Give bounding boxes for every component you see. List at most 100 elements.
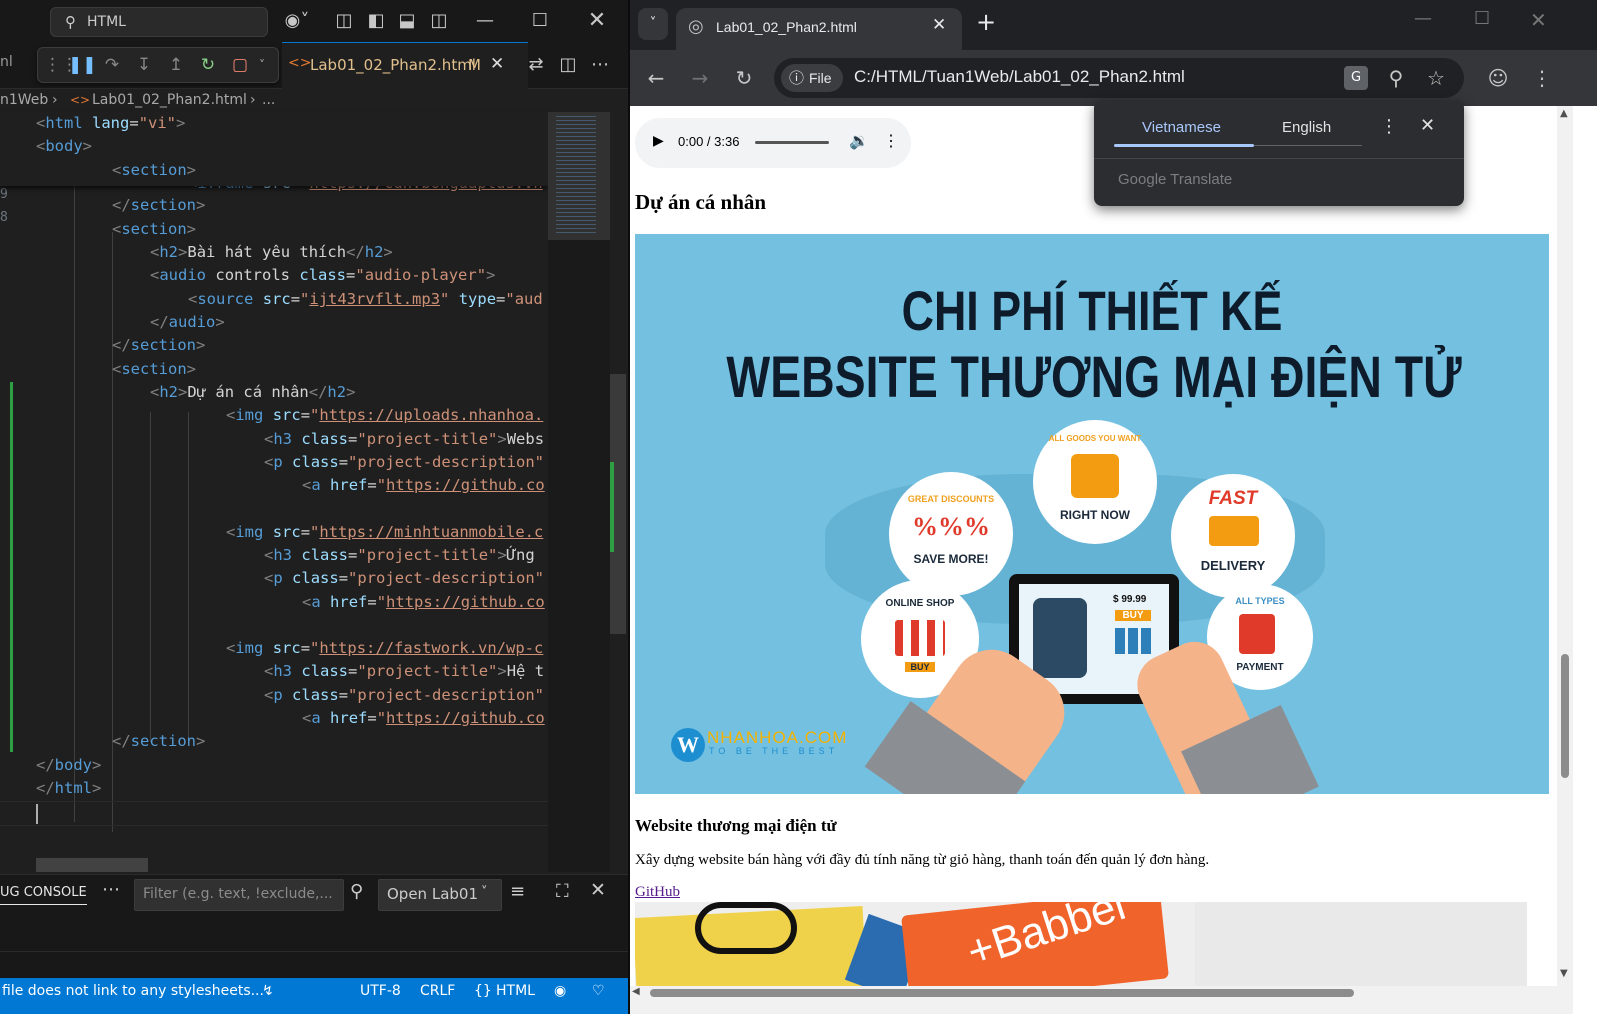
toggle-panel-icon[interactable]: ⬓ [395, 0, 419, 42]
browser-tab[interactable]: ◎ Lab01_02_Phan2.html ✕ [676, 8, 962, 50]
status-language[interactable]: HTML [496, 980, 535, 1002]
shirt-icon [1071, 454, 1119, 498]
page-horizontal-scrollbar[interactable]: ◀ [628, 986, 1573, 1014]
code-line: </audio> [150, 313, 225, 331]
code-line: <p class="project-description" [264, 686, 545, 704]
step-out-icon[interactable]: ↥ [162, 48, 190, 82]
copilot-status-icon[interactable]: ◉ [554, 980, 566, 1002]
scrollbar-thumb[interactable] [650, 989, 1354, 997]
more-actions-icon[interactable]: ⋯ [588, 42, 612, 88]
close-icon[interactable]: ✕ [582, 0, 612, 42]
code-line: <audio controls class="audio-player"> [150, 266, 496, 284]
layout-customize-icon[interactable]: ◫ [332, 0, 356, 42]
tab-close-icon[interactable]: ✕ [932, 15, 946, 35]
menu-icon[interactable]: ⋮ [1528, 50, 1556, 106]
filter-input[interactable]: Filter (e.g. text, !exclude,... [134, 879, 344, 911]
github-link[interactable]: GitHub [635, 884, 680, 901]
price-label: $ 99.99 [1113, 594, 1147, 605]
close-panel-icon[interactable]: ✕ [590, 879, 606, 901]
restart-icon[interactable]: ↻ [194, 48, 222, 82]
lightning-icon[interactable]: ↯ [262, 980, 274, 1002]
minimap[interactable] [548, 112, 610, 872]
file-chip-label: File [809, 70, 832, 86]
status-message[interactable]: file does not link to any stylesheets... [2, 980, 264, 1002]
copilot-icon[interactable]: ◉˅ [276, 0, 318, 42]
status-encoding[interactable]: UTF-8 [360, 980, 401, 1002]
audio-progress-track[interactable] [755, 141, 829, 144]
percent-icon: %%% [912, 512, 990, 541]
truck-icon [1209, 516, 1259, 546]
step-over-icon[interactable]: ↷ [98, 48, 126, 82]
breadcrumb-file[interactable]: Lab01_02_Phan2.html [92, 89, 247, 111]
console-select[interactable]: Open Lab01 ˅ [378, 879, 502, 911]
maximize-icon[interactable]: ☐ [1474, 8, 1490, 29]
profile-icon[interactable]: ☺ [1484, 50, 1512, 106]
site-info-chip[interactable]: ⓘ File [781, 64, 843, 92]
code-line: <section> [112, 360, 197, 378]
url-text[interactable]: C:/HTML/Tuan1Web/Lab01_02_Phan2.html [854, 67, 1185, 87]
maximize-icon[interactable]: ☐ [525, 0, 555, 42]
breadcrumb-folder[interactable]: n1Web [0, 89, 48, 111]
console-input-line[interactable] [0, 951, 628, 952]
audio-time: 0:00 / 3:36 [678, 134, 740, 149]
minimize-icon[interactable]: — [470, 0, 500, 42]
horizontal-scrollbar-thumb[interactable] [36, 858, 148, 872]
editor-tab[interactable]: <> Lab01_02_Phan2.html M ✕ [282, 42, 528, 89]
vertical-scrollbar[interactable] [610, 112, 626, 872]
google-translate-footer: Google Translate [1118, 171, 1233, 188]
lang-tab-vietnamese[interactable]: Vietnamese [1142, 119, 1221, 136]
project-image-app: +Babbel [635, 902, 1527, 986]
maximize-panel-icon[interactable]: ⛶ [556, 881, 569, 902]
bell-icon[interactable]: ♡ [592, 980, 605, 1002]
volume-icon[interactable]: 🔉 [849, 131, 869, 151]
search-icon[interactable]: ⚲ [350, 881, 363, 902]
minimize-icon[interactable]: — [1414, 8, 1432, 29]
code-line: <img src="https://fastwork.vn/wp-c [226, 639, 544, 657]
close-icon[interactable]: ✕ [1530, 8, 1547, 32]
scrollbar-thumb[interactable] [1561, 654, 1569, 778]
audio-player[interactable]: ▶ 0:00 / 3:36 🔉 ⋮ [635, 118, 911, 168]
new-tab-icon[interactable]: + [976, 8, 996, 36]
scroll-down-arrow-icon[interactable]: ▼ [1560, 968, 1568, 979]
status-eol[interactable]: CRLF [420, 980, 455, 1002]
zoom-icon[interactable]: ⚲ [1382, 50, 1410, 106]
tab-title: Lab01_02_Phan2.html [716, 19, 857, 35]
split-editor-icon[interactable]: ◫ [556, 42, 580, 88]
tab-search-button[interactable]: ˅ [638, 8, 668, 40]
bottom-panel: UG CONSOLE ⋯ Filter (e.g. text, !exclude… [0, 874, 628, 979]
search-icon: ⚲ [65, 13, 76, 31]
forward-icon[interactable]: → [686, 50, 714, 106]
source-control-compare-icon[interactable]: ⇄ [524, 42, 548, 88]
debug-toolbar: ⋮⋮ ❚❚ ↷ ↧ ↥ ↻ ▢ ˅ [37, 47, 279, 83]
clear-console-icon[interactable]: ≡ [510, 881, 525, 902]
indent-guide [150, 412, 151, 742]
search-text: HTML [87, 14, 126, 30]
scroll-up-arrow-icon[interactable]: ▲ [1560, 108, 1568, 119]
scroll-left-arrow-icon[interactable]: ◀ [632, 986, 640, 997]
tab-modified-status: M [468, 56, 481, 74]
command-center-search[interactable]: ⚲ HTML [50, 7, 268, 37]
tab-close-icon[interactable]: ✕ [490, 54, 504, 74]
more-options-icon[interactable]: ⋮ [1380, 116, 1398, 137]
page-vertical-scrollbar[interactable]: ▲ ▼ [1557, 106, 1573, 986]
pause-icon[interactable]: ❚❚ [68, 48, 97, 82]
code-line: <section> [112, 220, 197, 238]
toggle-secondary-sidebar-icon[interactable]: ◫ [427, 0, 451, 42]
step-into-icon[interactable]: ↧ [130, 48, 158, 82]
lang-tab-english[interactable]: English [1282, 119, 1331, 136]
bookmark-star-icon[interactable]: ☆ [1422, 50, 1450, 106]
code-line: <body> [36, 137, 93, 155]
translate-icon[interactable]: G [1344, 66, 1368, 90]
more-icon[interactable]: ⋯ [102, 879, 120, 900]
audio-more-icon[interactable]: ⋮ [883, 131, 899, 151]
breadcrumb-more[interactable]: ... [262, 89, 275, 111]
reload-icon[interactable]: ↻ [730, 50, 758, 106]
play-icon[interactable]: ▶ [653, 133, 664, 150]
chevron-down-icon[interactable]: ˅ [248, 48, 276, 82]
back-icon[interactable]: ← [642, 50, 670, 106]
banner-line-1: CHI PHÍ THIẾT KẾ [901, 279, 1283, 342]
close-icon[interactable]: ✕ [1420, 115, 1435, 136]
panel-tab-debug-console[interactable]: UG CONSOLE [0, 885, 87, 905]
toggle-sidebar-icon[interactable]: ◧ [364, 0, 388, 42]
code-editor[interactable]: 9 8 <iframe src="https://cdn.bongdaplus.… [0, 112, 556, 872]
